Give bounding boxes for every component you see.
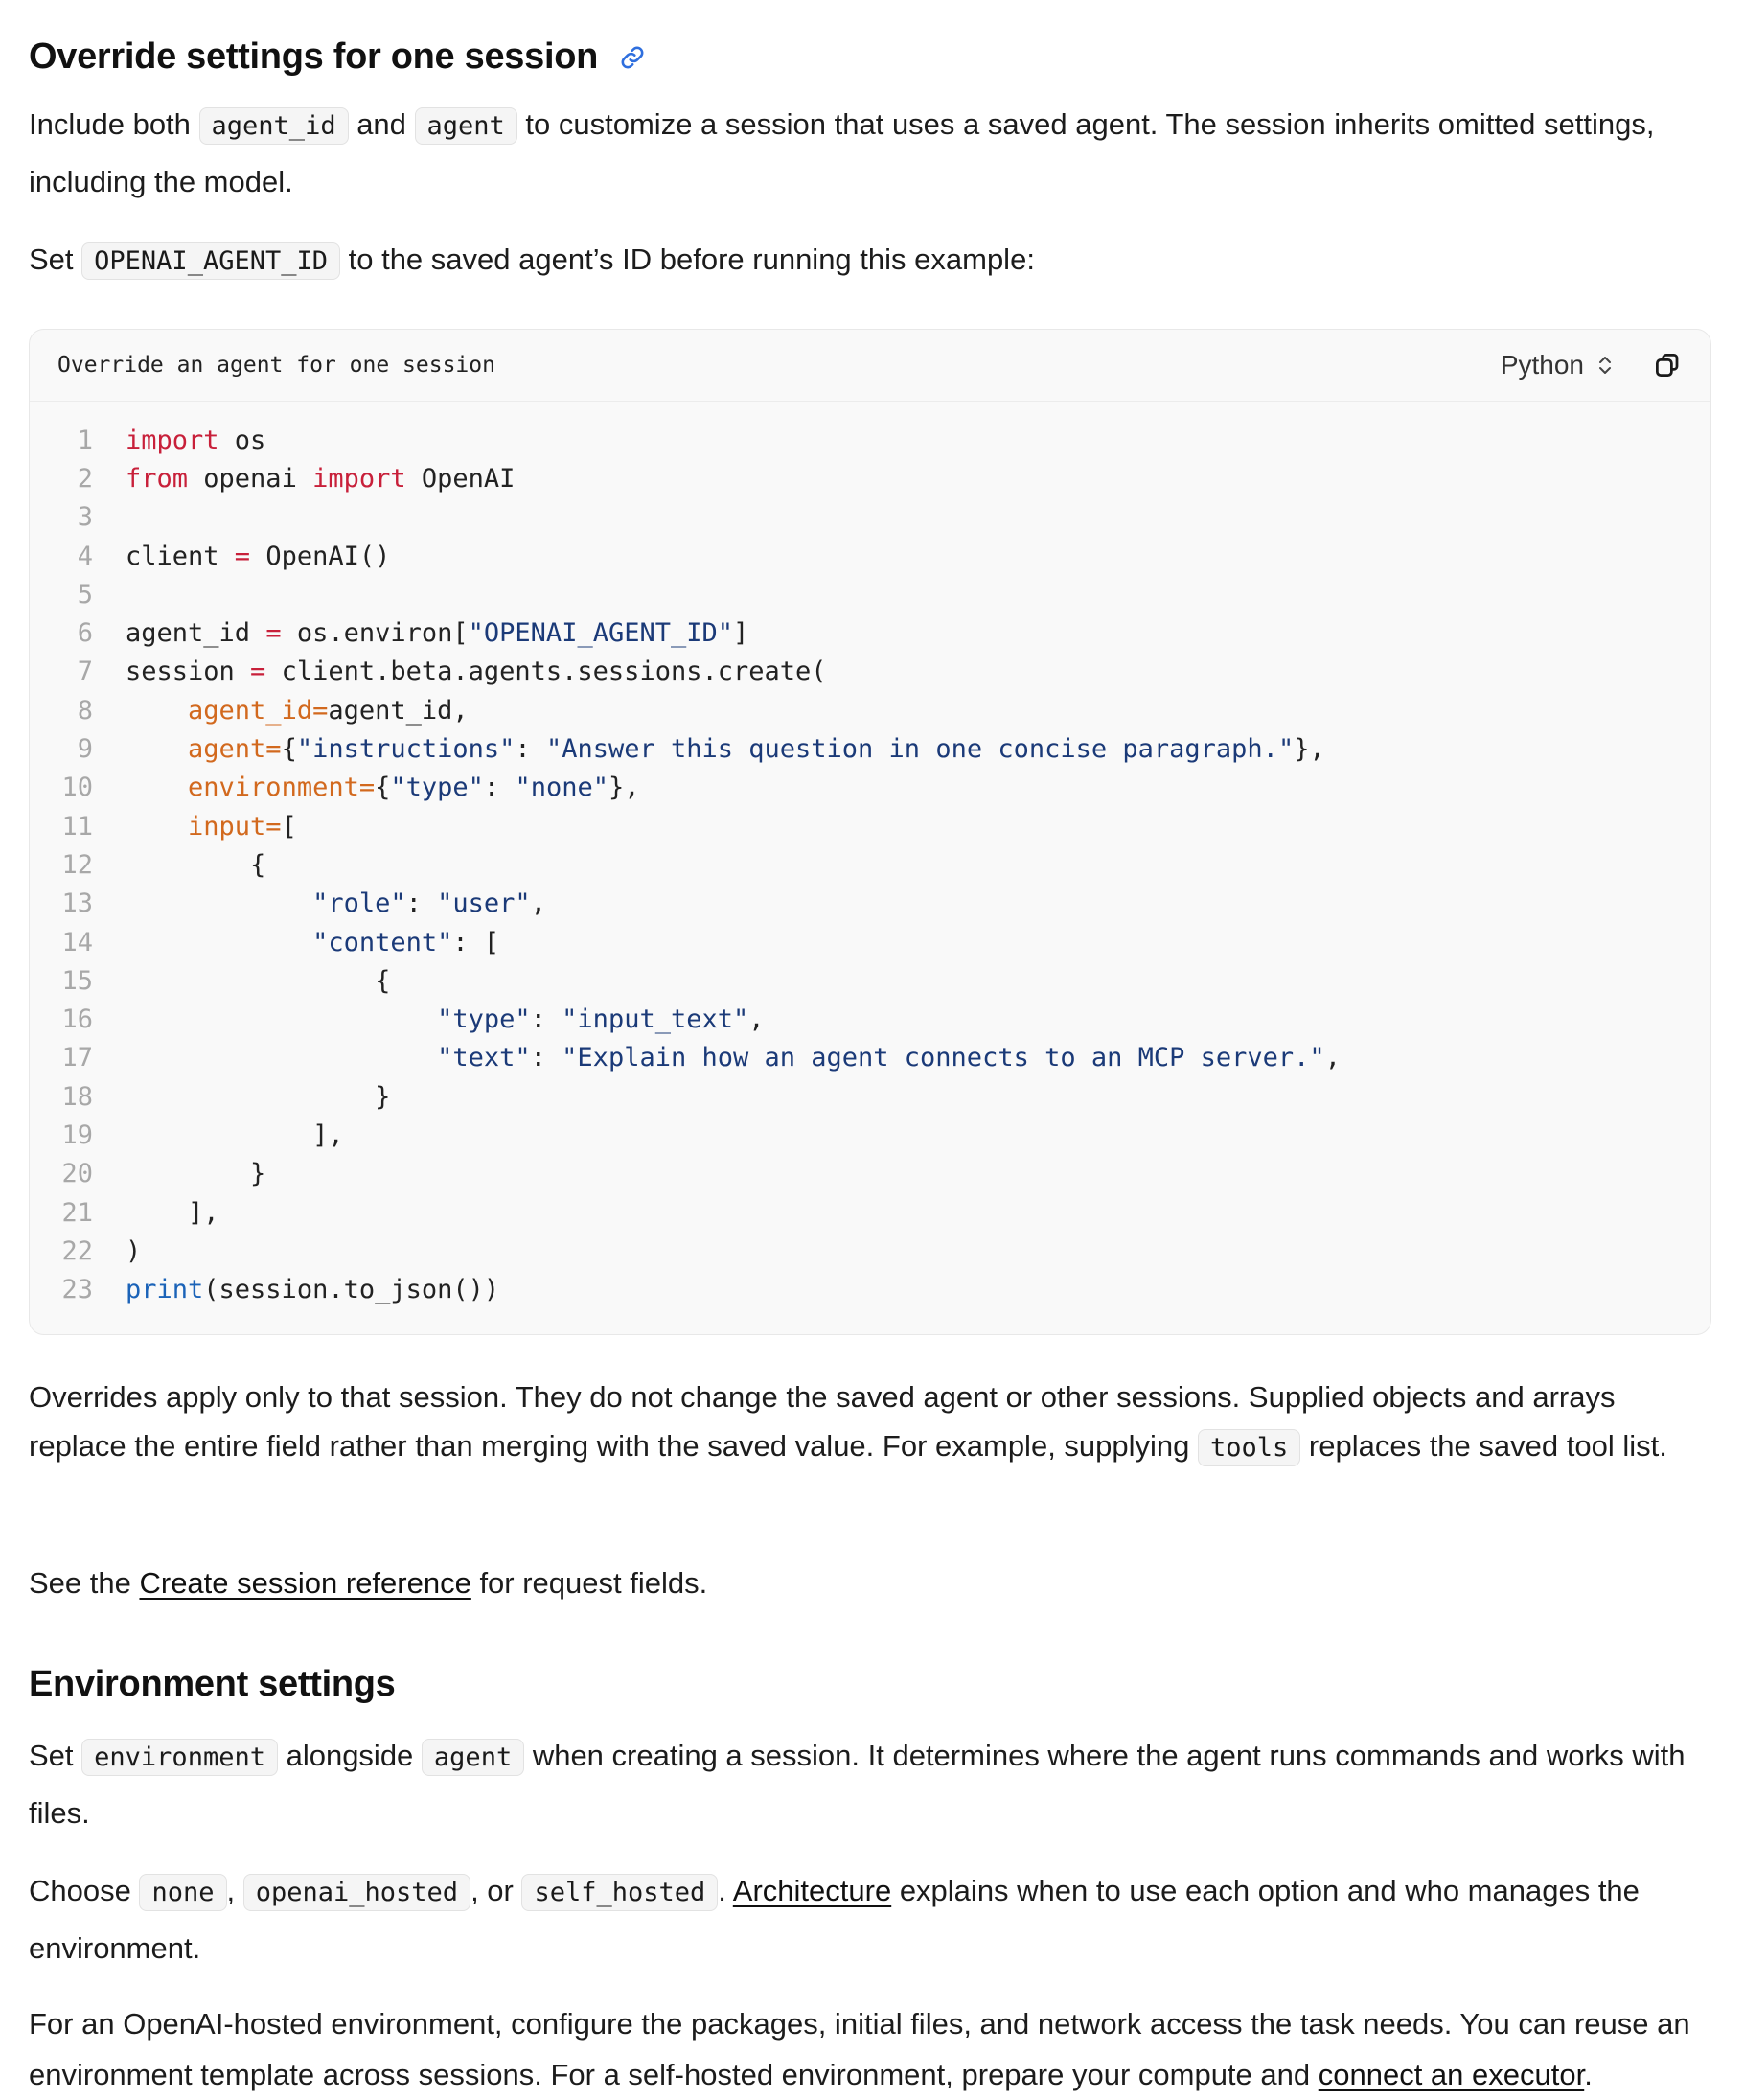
line-number: 22 xyxy=(61,1235,93,1266)
code-line: 2 from openai import OpenAI xyxy=(30,459,1710,497)
line-number: 18 xyxy=(61,1081,93,1112)
inline-code: openai_hosted xyxy=(242,1874,471,1911)
code-line: 10 environment={"type": "none"}, xyxy=(30,769,1710,807)
language-label: Python xyxy=(1500,350,1584,380)
inline-code: none xyxy=(139,1874,227,1911)
line-number: 5 xyxy=(77,579,93,610)
text: replaces the saved tool list. xyxy=(1300,1429,1667,1463)
inline-code: agent xyxy=(421,1739,525,1776)
language-select[interactable]: Python xyxy=(1501,350,1613,381)
code-line: 3 xyxy=(30,498,1710,537)
architecture-link[interactable]: Architecture xyxy=(733,1874,891,1907)
text: and xyxy=(348,107,415,141)
code-line: 5 xyxy=(30,575,1710,613)
code-line: 8 agent_id=agent_id, xyxy=(30,691,1710,729)
code-line: 18 } xyxy=(30,1077,1710,1116)
inline-code: self_hosted xyxy=(521,1874,719,1911)
inline-code: agent_id xyxy=(198,107,349,145)
line-number: 1 xyxy=(77,425,93,455)
code-line: 12 { xyxy=(30,845,1710,884)
paragraph-environment-intro: Set environment alongside agent when cre… xyxy=(29,1728,1715,1841)
inline-code: tools xyxy=(1198,1429,1301,1466)
paragraph-set-id: Set OPENAI_AGENT_ID to the saved agent’s… xyxy=(29,232,1715,289)
line-number: 23 xyxy=(61,1275,93,1305)
code-line: 20 } xyxy=(30,1155,1710,1193)
code-line: 11 input=[ xyxy=(30,807,1710,845)
code-line: 23 print(session.to_json()) xyxy=(30,1271,1710,1309)
code-line: 7 session = client.beta.agents.sessions.c… xyxy=(30,653,1710,691)
text: , or xyxy=(470,1874,522,1907)
code-block-title: Override an agent for one session xyxy=(57,353,495,378)
line-number: 10 xyxy=(61,773,93,803)
line-number: 15 xyxy=(61,965,93,996)
link-icon[interactable] xyxy=(619,44,646,71)
heading-text: Environment settings xyxy=(29,1664,396,1704)
code-line: 17 "text": "Explain how an agent connect… xyxy=(30,1039,1710,1077)
line-number: 20 xyxy=(61,1159,93,1189)
code-line: 9 agent={"instructions": "Answer this qu… xyxy=(30,729,1710,768)
text: , xyxy=(226,1874,243,1907)
code-line: 16 "type": "input_text", xyxy=(30,1000,1710,1038)
code-line: 15 { xyxy=(30,961,1710,1000)
paragraph-hosting: For an OpenAI-hosted environment, config… xyxy=(29,1998,1715,2100)
line-number: 17 xyxy=(61,1043,93,1073)
text: alongside xyxy=(277,1739,422,1772)
paragraph-intro: Include both agent_id and agent to custo… xyxy=(29,97,1715,210)
code-line: 6 agent_id = os.environ["OPENAI_AGENT_ID"… xyxy=(30,613,1710,652)
code-block-header: Override an agent for one session Python xyxy=(30,330,1710,402)
text: . xyxy=(718,1874,733,1907)
text: Include both xyxy=(29,107,199,141)
text: for request fields. xyxy=(470,1566,708,1600)
text: See the xyxy=(29,1566,140,1600)
code-line: 1 import os xyxy=(30,421,1710,459)
text: to the saved agent’s ID before running t… xyxy=(340,242,1035,276)
text: . xyxy=(1584,2058,1593,2091)
text: Choose xyxy=(29,1874,140,1907)
code-line: 14 "content": [ xyxy=(30,923,1710,961)
connect-executor-link[interactable]: connect an executor xyxy=(1319,2058,1584,2091)
line-number: 13 xyxy=(61,888,93,919)
line-number: 21 xyxy=(61,1197,93,1228)
line-number: 7 xyxy=(77,657,93,687)
line-number: 11 xyxy=(61,811,93,842)
text: Set xyxy=(29,1739,82,1772)
line-number: 6 xyxy=(77,618,93,649)
line-number: 12 xyxy=(61,849,93,880)
inline-code: environment xyxy=(81,1739,278,1776)
line-number: 3 xyxy=(77,502,93,533)
text: Set xyxy=(29,242,82,276)
line-number: 4 xyxy=(77,541,93,571)
line-number: 2 xyxy=(77,463,93,494)
paragraph-overrides: Overrides apply only to that session. Th… xyxy=(29,1373,1715,1472)
line-number: 16 xyxy=(61,1004,93,1035)
inline-code: agent xyxy=(414,107,517,145)
section-heading-override: Override settings for one session xyxy=(29,36,646,78)
section-heading-environment: Environment settings xyxy=(29,1664,1715,1705)
line-number: 19 xyxy=(61,1119,93,1150)
code-block: Override an agent for one session Python… xyxy=(29,329,1711,1335)
line-number: 8 xyxy=(77,695,93,726)
code-line: 19 ], xyxy=(30,1116,1710,1154)
chevron-up-down-icon xyxy=(1599,357,1611,374)
line-number: 14 xyxy=(61,927,93,958)
paragraph-see-reference: See the Create session reference for req… xyxy=(29,1556,1715,1611)
code-body: 1 import os 2 from openai import OpenAI 3 … xyxy=(30,402,1710,1309)
copy-icon[interactable] xyxy=(1653,351,1682,380)
create-session-reference-link[interactable]: Create session reference xyxy=(139,1566,470,1600)
paragraph-choose: Choose none, openai_hosted, or self_host… xyxy=(29,1863,1715,1976)
line-number: 9 xyxy=(77,734,93,765)
code-line: 21 ], xyxy=(30,1193,1710,1232)
code-line: 4 client = OpenAI() xyxy=(30,537,1710,575)
inline-code: OPENAI_AGENT_ID xyxy=(81,242,340,280)
heading-text: Override settings for one session xyxy=(29,36,599,77)
code-line: 22) xyxy=(30,1232,1710,1270)
code-line: 13 "role": "user", xyxy=(30,885,1710,923)
